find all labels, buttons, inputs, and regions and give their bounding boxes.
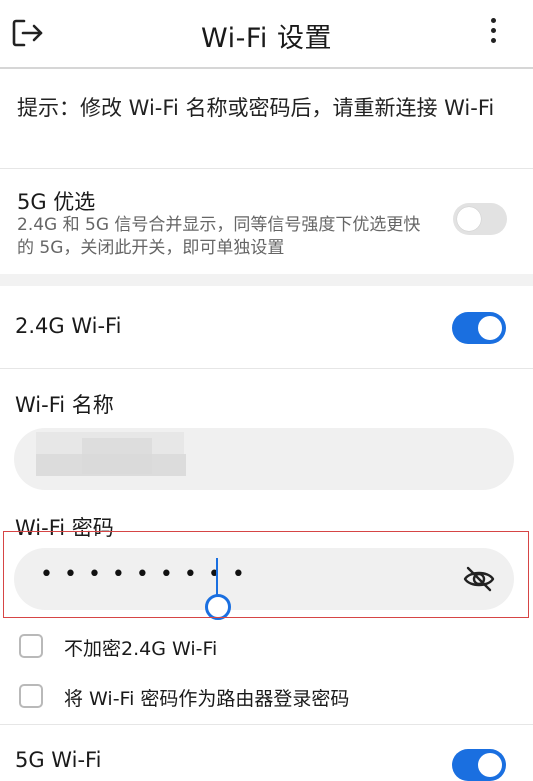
no-encryption-checkbox[interactable]	[19, 634, 43, 658]
toggle-knob	[457, 207, 481, 231]
wifi-5g-toggle[interactable]	[452, 749, 506, 781]
text-cursor	[216, 558, 218, 598]
page-title: Wi-Fi 设置	[201, 23, 332, 54]
use-as-admin-password-checkbox[interactable]	[19, 684, 43, 708]
wifi-name-input[interactable]	[14, 428, 514, 490]
toggle-knob	[478, 753, 502, 777]
divider	[0, 168, 533, 169]
wifi-24g-title: 2.4G Wi-Fi	[15, 314, 122, 338]
use-as-admin-password-label: 将 Wi-Fi 密码作为路由器登录密码	[64, 688, 350, 710]
toggle-knob	[478, 316, 502, 340]
prefer-5g-toggle[interactable]	[453, 203, 507, 235]
wifi-5g-title: 5G Wi-Fi	[15, 748, 102, 772]
more-vertical-icon[interactable]	[483, 13, 503, 49]
wifi-password-input[interactable]: •••••••••	[14, 548, 514, 620]
cursor-handle[interactable]	[205, 594, 231, 620]
tip-text: 提示：修改 Wi-Fi 名称或密码后，请重新连接 Wi-Fi	[17, 96, 495, 120]
no-encryption-label: 不加密2.4G Wi-Fi	[64, 638, 218, 660]
divider	[0, 368, 533, 369]
password-masked-text: •••••••••	[40, 562, 256, 587]
redacted-block	[82, 438, 152, 474]
wifi-password-label: Wi-Fi 密码	[15, 516, 114, 540]
eye-off-icon[interactable]	[462, 563, 496, 595]
divider	[0, 724, 533, 725]
prefer-5g-description: 2.4G 和 5G 信号合并显示，同等信号强度下优选更快的 5G，关闭此开关，即…	[17, 215, 421, 258]
wifi-name-label: Wi-Fi 名称	[15, 393, 114, 417]
wifi-24g-toggle[interactable]	[452, 312, 506, 344]
app-header: Wi-Fi 设置	[0, 0, 533, 69]
section-gap	[0, 274, 533, 286]
prefer-5g-title: 5G 优选	[17, 190, 96, 214]
